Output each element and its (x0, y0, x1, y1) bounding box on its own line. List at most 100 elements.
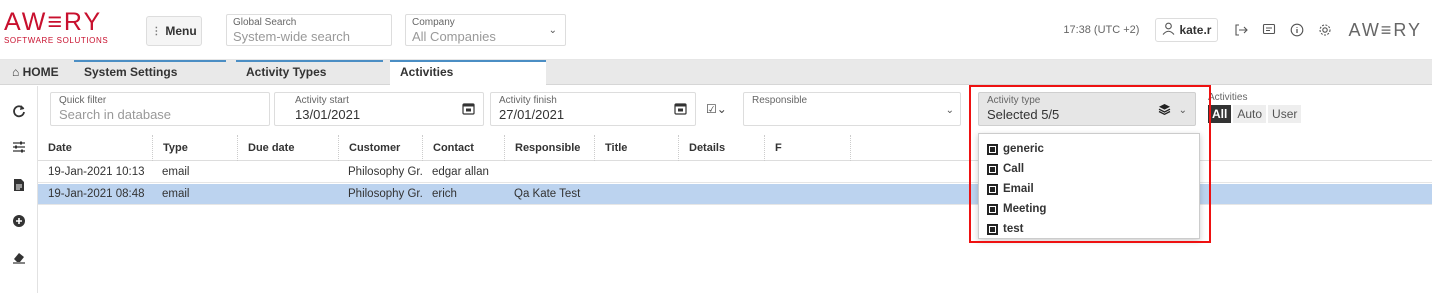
cell-title (594, 162, 678, 183)
calendar-icon[interactable] (462, 102, 475, 118)
column-header-title[interactable]: Title (594, 135, 678, 161)
user-icon (1162, 22, 1175, 38)
global-search-field[interactable]: Global Search System-wide search (226, 14, 392, 46)
menu-button[interactable]: ⋮ Menu (146, 16, 202, 46)
table-row-selected[interactable]: 19-Jan-2021 08:48 email Philosophy Gr...… (38, 184, 1432, 205)
quick-filter-input[interactable]: Search in database (59, 106, 261, 123)
activity-start-field[interactable]: Activity start 13/01/2021 (274, 92, 484, 126)
option-meeting[interactable]: Meeting (987, 200, 1046, 218)
activities-option-user[interactable]: User (1268, 105, 1302, 123)
cell-responsible (504, 162, 594, 183)
cell-date: 19-Jan-2021 08:48 (48, 188, 145, 200)
tab-activities[interactable]: Activities (390, 60, 546, 86)
info-icon[interactable] (1286, 19, 1308, 41)
tab-home[interactable]: ⌂ HOME (2, 60, 69, 85)
tab-label: Activity Types (246, 65, 327, 79)
checkbox-checked-icon[interactable] (987, 183, 998, 195)
column-header-empty (850, 135, 970, 161)
clock-time: 17:38 (UTC +2) (1063, 24, 1140, 36)
activity-type-select[interactable]: Activity type Selected 5/5 ⌄ (978, 92, 1196, 126)
home-icon: ⌂ (12, 65, 20, 79)
company-value: All Companies (412, 29, 496, 44)
chevron-down-icon: ⌄ (945, 105, 954, 116)
chevron-down-icon: ⌄ (1178, 105, 1187, 116)
activities-grid: Date Type Due date Customer Contact Resp… (38, 135, 1432, 293)
column-header-type[interactable]: Type (152, 135, 237, 161)
menu-dots-icon: ⋮ (151, 25, 162, 37)
activity-finish-label: Activity finish (499, 95, 557, 106)
tab-label: System Settings (84, 65, 178, 79)
cell-customer: Philosophy Gr... (348, 188, 422, 200)
activities-filter: Activities All Auto User (1208, 92, 1303, 123)
column-header-details[interactable]: Details (678, 135, 764, 161)
cell-responsible: Qa Kate Test (514, 188, 581, 200)
checkbox-checked-icon[interactable] (987, 223, 998, 235)
eraser-icon[interactable] (8, 246, 30, 268)
activity-finish-input[interactable]: 27/01/2021 (499, 106, 687, 123)
tab-system-settings[interactable]: System Settings (74, 60, 226, 85)
chat-icon[interactable] (1258, 19, 1280, 41)
global-search-input[interactable]: System-wide search (233, 29, 385, 45)
activity-start-label: Activity start (295, 95, 349, 106)
activity-start-input[interactable]: 13/01/2021 (283, 106, 475, 123)
column-header-f[interactable]: F (764, 135, 850, 161)
column-header-contact[interactable]: Contact (422, 135, 504, 161)
calendar-icon[interactable] (674, 102, 687, 118)
filter-bar: Quick filter Search in database Activity… (38, 86, 1432, 132)
logout-icon[interactable] (1230, 19, 1252, 41)
tab-bar: ⌂ HOME System Settings Activity Types Ac… (0, 60, 1432, 86)
column-header-date[interactable]: Date (38, 135, 152, 161)
cell-due-date (237, 162, 338, 183)
option-test[interactable]: test (987, 220, 1023, 238)
column-header-due-date[interactable]: Due date (237, 135, 338, 161)
calendar-check-dropdown-icon[interactable]: ☑⌄ (706, 102, 727, 116)
user-button[interactable]: kate.r (1155, 18, 1219, 42)
option-generic[interactable]: generic (987, 140, 1044, 158)
column-header-customer[interactable]: Customer (338, 135, 422, 161)
responsible-select[interactable]: Responsible ⌄ (743, 92, 961, 126)
gear-icon[interactable] (1314, 19, 1336, 41)
option-label: Call (1003, 163, 1025, 175)
global-search-label: Global Search (233, 17, 297, 28)
left-toolbar (0, 86, 38, 293)
app-header: AW≡RY SOFTWARE SOLUTIONS ⋮ Menu Global S… (0, 0, 1432, 60)
activity-type-label: Activity type (987, 95, 1041, 106)
cell-title (594, 184, 678, 205)
activities-label: Activities (1208, 92, 1248, 103)
checkbox-checked-icon[interactable] (987, 203, 998, 215)
option-call[interactable]: Call (987, 160, 1024, 178)
activities-option-all[interactable]: All (1208, 105, 1232, 123)
tab-label: Activities (400, 65, 454, 79)
checkbox-checked-icon[interactable] (987, 163, 998, 175)
tab-home-label: HOME (22, 65, 59, 79)
tab-activity-types[interactable]: Activity Types (236, 60, 383, 85)
option-email[interactable]: Email (987, 180, 1034, 198)
document-icon[interactable] (8, 174, 30, 196)
activities-option-auto[interactable]: Auto (1233, 105, 1267, 123)
column-header-responsible[interactable]: Responsible (504, 135, 594, 161)
company-select[interactable]: Company All Companies ⌄ (405, 14, 566, 46)
cell-contact: erich (432, 188, 457, 200)
sliders-icon[interactable] (8, 136, 30, 158)
checkbox-checked-icon[interactable] (987, 143, 998, 155)
company-label: Company (412, 17, 455, 28)
logo-subtitle: SOFTWARE SOLUTIONS (4, 36, 109, 45)
cell-customer: Philosophy Gr... (348, 166, 422, 178)
table-row[interactable]: 19-Jan-2021 10:13 email Philosophy Gr...… (38, 162, 1432, 183)
cell-date: 19-Jan-2021 10:13 (48, 166, 145, 178)
chevron-down-icon: ⌄ (548, 25, 557, 36)
add-circle-icon[interactable] (8, 210, 30, 232)
activity-finish-field[interactable]: Activity finish 27/01/2021 (490, 92, 696, 126)
header-right: 17:38 (UTC +2) kate.r AW≡RY (1063, 18, 1422, 42)
cell-details (678, 184, 764, 205)
awery-logo[interactable]: AW≡RY SOFTWARE SOLUTIONS (4, 9, 124, 49)
activity-type-dropdown: generic Call Email Meeting test (978, 133, 1200, 239)
option-label: generic (1003, 143, 1044, 155)
menu-label: Menu (165, 24, 197, 38)
option-label: Meeting (1003, 203, 1047, 215)
refresh-icon[interactable] (8, 100, 30, 122)
quick-filter-field[interactable]: Quick filter Search in database (50, 92, 270, 126)
activities-segmented-control: All Auto User (1208, 105, 1303, 123)
cell-details (678, 162, 764, 183)
activity-type-value: Selected 5/5 (987, 107, 1060, 122)
